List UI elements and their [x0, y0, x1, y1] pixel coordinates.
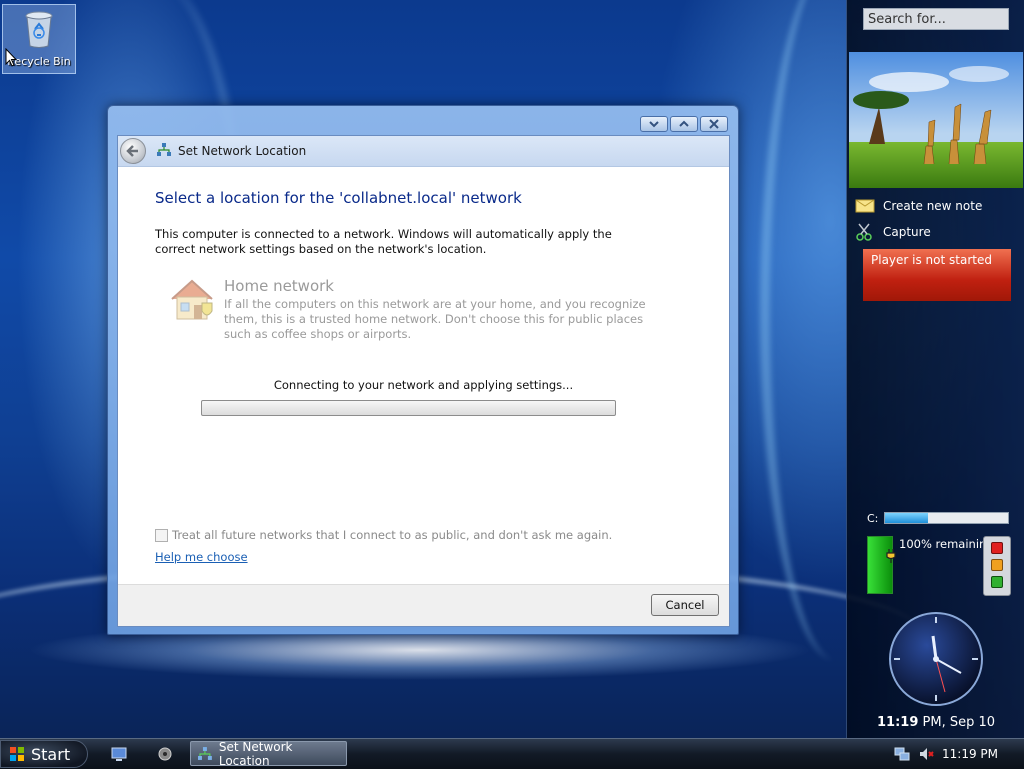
- network-tray-icon[interactable]: [894, 746, 910, 762]
- drive-label: C:: [867, 511, 879, 525]
- volume-muted-icon[interactable]: [918, 746, 934, 762]
- clock-gadget[interactable]: [887, 610, 985, 708]
- battery-level: [868, 537, 892, 593]
- progress-bar: [201, 400, 616, 416]
- dialog-content: Select a location for the 'collabnet.loc…: [118, 167, 729, 564]
- capture-gadget[interactable]: Capture: [855, 223, 931, 241]
- set-network-location-dialog: Set Network Location Select a location f…: [107, 105, 739, 635]
- taskbar-item-label: Set Network Location: [218, 739, 293, 768]
- clock-time: 11:19: [876, 715, 919, 730]
- tray-clock[interactable]: 11:19 PM: [942, 747, 998, 761]
- minimize-button[interactable]: [640, 116, 668, 132]
- taskbar: Start Set Network Location 11:19 PM: [0, 738, 1024, 769]
- home-network-icon: [168, 277, 218, 326]
- status-text: Connecting to your network and applying …: [273, 378, 574, 392]
- system-tray: 11:19 PM: [894, 739, 1024, 769]
- windows-logo-icon: [10, 747, 24, 761]
- show-desktop-icon[interactable]: [110, 745, 128, 763]
- analog-clock-icon: [889, 612, 983, 706]
- battery-status: 100% remaining: [899, 537, 994, 551]
- page-heading: Select a location for the 'collabnet.loc…: [155, 189, 522, 207]
- maximize-icon: [679, 120, 689, 127]
- drive-meter-gadget: C:: [867, 510, 1009, 526]
- drive-usage-bar: [884, 512, 1009, 524]
- desktop: Recycle Bin Set Network Location Select …: [0, 0, 1024, 738]
- help-me-choose-link[interactable]: Help me choose: [155, 550, 248, 564]
- public-network-checkbox-label: Treat all future networks that I connect…: [172, 528, 613, 542]
- taskbar-item-set-network-location[interactable]: Set Network Location: [190, 739, 347, 768]
- home-network-title: Home network: [224, 277, 334, 295]
- battery-icon: [867, 536, 896, 594]
- recycle-bin-icon: [24, 11, 54, 49]
- start-button[interactable]: Start: [0, 740, 88, 768]
- note-icon: [855, 199, 875, 213]
- scissors-icon: [856, 223, 872, 241]
- player-status: Player is not started: [871, 253, 992, 267]
- clock-date: PM, Sep 10: [918, 715, 996, 730]
- capture-label: Capture: [883, 225, 931, 239]
- red-light: [991, 542, 1003, 554]
- back-button[interactable]: [120, 138, 146, 164]
- maximize-button[interactable]: [670, 116, 698, 132]
- network-icon: [197, 746, 212, 760]
- home-network-description: If all the computers on this network are…: [224, 297, 646, 341]
- media-player-gadget[interactable]: Player is not started: [863, 249, 1011, 301]
- switch-windows-icon[interactable]: [156, 745, 174, 763]
- cancel-button[interactable]: Cancel: [651, 594, 719, 616]
- windows-sidebar: Search for... Create new note Capture Pl…: [846, 0, 1024, 738]
- public-network-checkbox[interactable]: [155, 528, 168, 542]
- public-network-checkbox-row[interactable]: Treat all future networks that I connect…: [155, 528, 612, 542]
- clock-date-text: 11:19 PM, Sep 10: [847, 715, 1024, 730]
- search-input[interactable]: Search for...: [863, 8, 1009, 30]
- dialog-nav-bar: Set Network Location: [118, 136, 729, 167]
- drive-usage-fill: [885, 513, 929, 523]
- giraffe-photo: [849, 52, 1023, 188]
- slideshow-gadget[interactable]: [849, 52, 1023, 188]
- battery-traffic-light: [983, 536, 1011, 596]
- dialog-body: Set Network Location Select a location f…: [117, 135, 730, 627]
- minimize-icon: [649, 121, 659, 128]
- amber-light: [991, 559, 1003, 571]
- network-icon: [156, 142, 172, 161]
- mouse-cursor-icon: [5, 47, 18, 71]
- start-label: Start: [31, 744, 71, 764]
- green-light: [991, 576, 1003, 588]
- notes-gadget[interactable]: Create new note: [855, 198, 982, 214]
- close-icon: [709, 119, 719, 129]
- back-arrow-icon: [126, 145, 138, 157]
- dialog-footer: Cancel: [118, 584, 729, 626]
- page-description: This computer is connected to a network.…: [155, 227, 612, 256]
- create-note-label: Create new note: [883, 199, 983, 213]
- plug-icon: [886, 549, 896, 563]
- close-button[interactable]: [700, 116, 728, 132]
- window-controls: [640, 116, 728, 132]
- dialog-title: Set Network Location: [178, 144, 307, 158]
